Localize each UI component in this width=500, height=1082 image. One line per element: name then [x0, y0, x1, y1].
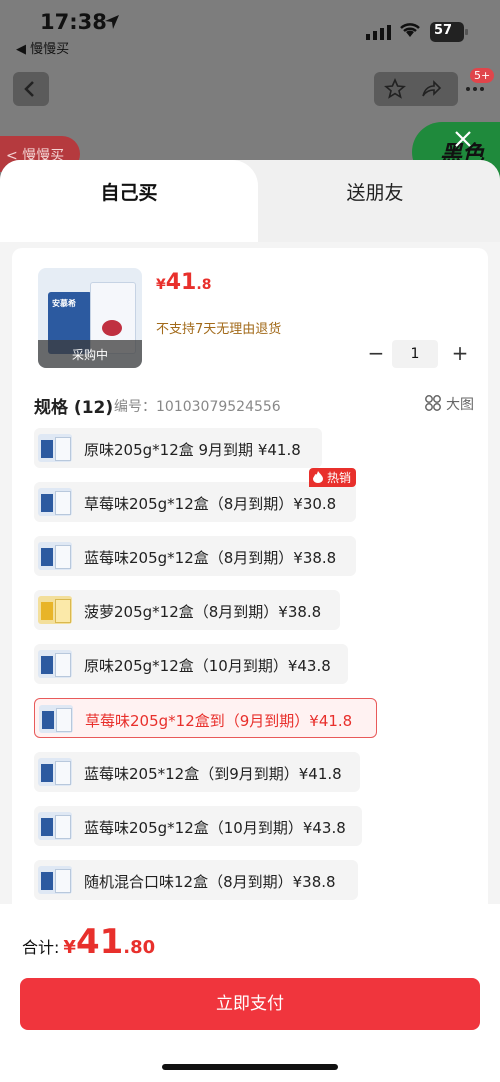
purchasing-overlay: 采购中 [38, 340, 142, 368]
option-label: 草莓味205g*12盒（8月到期）¥30.8 [84, 495, 337, 513]
option-thumbnail [38, 650, 72, 678]
spec-option-selected[interactable]: 草莓味205g*12盒到（9月到期）¥41.8 [34, 698, 377, 738]
flame-icon [313, 471, 324, 483]
option-thumbnail [38, 812, 72, 840]
option-thumbnail [39, 705, 73, 733]
option-label: 随机混合口味12盒（8月到期）¥38.8 [84, 873, 336, 891]
spec-option[interactable]: 随机混合口味12盒（8月到期）¥38.8 [34, 860, 358, 900]
option-thumbnail [38, 434, 72, 462]
chevron-left-icon [24, 81, 34, 97]
nav-actions [374, 72, 458, 106]
spec-option[interactable]: 蓝莓味205g*12盒（10月到期）¥43.8 [34, 806, 362, 846]
quantity-value[interactable]: 1 [392, 340, 438, 368]
battery-icon: 57 [430, 22, 468, 42]
spec-title: 规格 (12) [34, 398, 114, 418]
quantity-stepper: − 1 + [364, 340, 474, 368]
option-thumbnail [38, 866, 72, 894]
price-decimal: .8 [196, 277, 212, 293]
strawberry-graphic [102, 320, 122, 336]
purchase-sheet: 送朋友 自己买 安慕希 采购中 ¥41.8 不支持7天无理由退货 − 1 + 规… [0, 160, 500, 1082]
product-brand-text: 安慕希 [52, 299, 76, 308]
back-to-app-link[interactable]: ◀ 慢慢买 [16, 38, 69, 57]
option-label: 蓝莓味205g*12盒（8月到期）¥38.8 [84, 549, 337, 567]
tab-bar: 送朋友 自己买 [0, 160, 500, 242]
location-arrow-icon [105, 15, 119, 29]
pay-now-button[interactable]: 立即支付 [20, 978, 480, 1030]
option-label: 菠萝205g*12盒（8月到期）¥38.8 [84, 603, 322, 621]
back-button[interactable] [13, 72, 49, 106]
product-image[interactable]: 安慕希 采购中 [38, 268, 142, 368]
large-view-toggle[interactable]: 大图 [424, 394, 474, 414]
product-code: 编号：10103079524556 [114, 399, 281, 415]
option-label: 蓝莓味205*12盒（到9月到期）¥41.8 [84, 765, 342, 783]
order-total: 合计: ¥41.80 [22, 922, 155, 962]
spec-option[interactable]: 原味205g*12盒 9月到期 ¥41.8 [34, 428, 322, 468]
product-card: 安慕希 采购中 ¥41.8 不支持7天无理由退货 − 1 + 规格 (12) 编… [12, 248, 488, 988]
status-bar: 17:38 ◀ 慢慢买 57 [0, 0, 500, 62]
price-symbol: ¥ [156, 277, 166, 293]
option-thumbnail [38, 542, 72, 570]
grid-icon [425, 395, 441, 411]
close-icon[interactable] [450, 126, 476, 152]
option-label: 草莓味205g*12盒到（9月到期）¥41.8 [85, 712, 353, 730]
option-label: 原味205g*12盒 9月到期 ¥41.8 [84, 441, 301, 459]
spec-option[interactable]: 菠萝205g*12盒（8月到期）¥38.8 [34, 590, 340, 630]
message-badge: 5+ [470, 68, 495, 83]
option-thumbnail [38, 758, 72, 786]
product-price: ¥41.8 [156, 270, 211, 295]
increase-quantity-button[interactable]: + [448, 340, 472, 368]
price-integer: 41 [165, 270, 197, 295]
battery-level: 57 [434, 23, 453, 38]
total-symbol: ¥ [63, 937, 76, 958]
option-label: 蓝莓味205g*12盒（10月到期）¥43.8 [84, 819, 346, 837]
home-indicator [162, 1064, 338, 1070]
checkout-footer: 合计: ¥41.80 立即支付 [0, 904, 500, 1082]
decrease-quantity-button[interactable]: − [364, 340, 388, 368]
favorite-star-icon[interactable] [384, 78, 406, 100]
large-view-label: 大图 [446, 397, 474, 413]
option-label: 原味205g*12盒（10月到期）¥43.8 [84, 657, 331, 675]
spec-option[interactable]: 蓝莓味205g*12盒（8月到期）¥38.8 [34, 536, 356, 576]
share-icon[interactable] [420, 78, 442, 100]
spec-option[interactable]: 蓝莓味205*12盒（到9月到期）¥41.8 [34, 752, 360, 792]
wifi-icon [400, 23, 420, 37]
total-integer: 41 [75, 922, 124, 962]
hot-sale-badge: 热销 [309, 468, 356, 487]
tab-send-friend[interactable]: 送朋友 [250, 160, 500, 242]
total-label: 合计: [22, 938, 60, 957]
hot-sale-label: 热销 [326, 471, 351, 485]
return-policy-note: 不支持7天无理由退货 [156, 322, 282, 337]
total-decimal: .80 [123, 937, 156, 958]
cellular-signal-icon [366, 25, 391, 40]
spec-option[interactable]: 原味205g*12盒（10月到期）¥43.8 [34, 644, 348, 684]
tab-buy-self[interactable]: 自己买 [0, 160, 258, 242]
status-time: 17:38 [40, 10, 107, 34]
spec-header: 规格 (12) 编号：10103079524556 大图 [34, 393, 474, 419]
option-thumbnail [38, 488, 72, 516]
option-thumbnail [38, 596, 72, 624]
spec-option[interactable]: 草莓味205g*12盒（8月到期）¥30.8 热销 [34, 468, 356, 522]
